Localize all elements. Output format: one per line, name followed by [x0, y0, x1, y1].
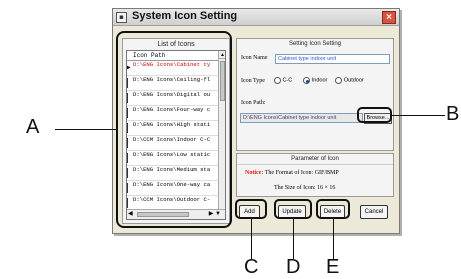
browse-callout-outline	[357, 107, 392, 123]
radio-indoor[interactable]	[303, 77, 311, 84]
delete-callout-outline	[316, 199, 350, 219]
cancel-button[interactable]: Cancel	[360, 205, 388, 219]
system-menu-icon[interactable]: ▪	[116, 12, 127, 23]
icon-settings-panel: Setting Icon Setting Icon Name Cabinet t…	[236, 38, 394, 151]
radio-cc-label: C-C	[282, 77, 293, 84]
add-callout-outline	[235, 199, 267, 219]
annotation-e: E	[326, 256, 340, 278]
window-title: System Icon Setting	[132, 10, 238, 22]
icon-parameter-title: Parameter of Icon	[237, 154, 393, 165]
leader-b	[392, 115, 445, 116]
annotation-b: B	[446, 103, 460, 125]
radio-outdoor[interactable]	[335, 77, 343, 84]
leader-e	[333, 219, 334, 259]
leader-a	[55, 129, 118, 130]
radio-outdoor-label: Outdoor	[343, 77, 364, 84]
close-button[interactable]: ×	[382, 11, 396, 24]
size-text: The Size of Icon: 16 × 16	[274, 185, 336, 191]
icon-name-field[interactable]: Cabinet type indoor unit	[275, 54, 390, 64]
leader-d	[293, 219, 294, 259]
leader-c	[251, 219, 252, 259]
annotation-a: A	[26, 116, 40, 138]
format-text: The Format of Icon: GIF/BMP	[264, 170, 339, 176]
notice-label: Notice:	[245, 170, 264, 176]
annotation-c: C	[244, 256, 259, 278]
radio-indoor-label: Indoor	[311, 77, 328, 84]
icon-name-label: Icon Name	[241, 55, 268, 61]
icon-path-row: Icon Path:	[241, 100, 266, 106]
list-callout-outline	[116, 31, 232, 228]
update-callout-outline	[274, 199, 312, 219]
annotation-d: D	[286, 256, 301, 278]
icon-name-row: Icon Name	[241, 55, 268, 61]
notice-line: Notice: The Format of Icon: GIF/BMP	[245, 170, 339, 176]
radio-cc[interactable]	[273, 77, 281, 84]
icon-type-row: Icon Type C-C Indoor Outdoor	[241, 77, 364, 84]
icon-settings-title: Setting Icon Setting	[288, 41, 342, 47]
title-bar[interactable]: ▪ System Icon Setting ×	[113, 9, 399, 26]
icon-type-label: Icon Type	[241, 77, 265, 84]
icon-parameter-panel: Parameter of Icon Notice: The Format of …	[236, 153, 394, 197]
icon-path-label: Icon Path:	[241, 100, 266, 106]
icon-path-field[interactable]: D:\ENG Icons\Cabinet type indoor unit	[240, 113, 363, 123]
